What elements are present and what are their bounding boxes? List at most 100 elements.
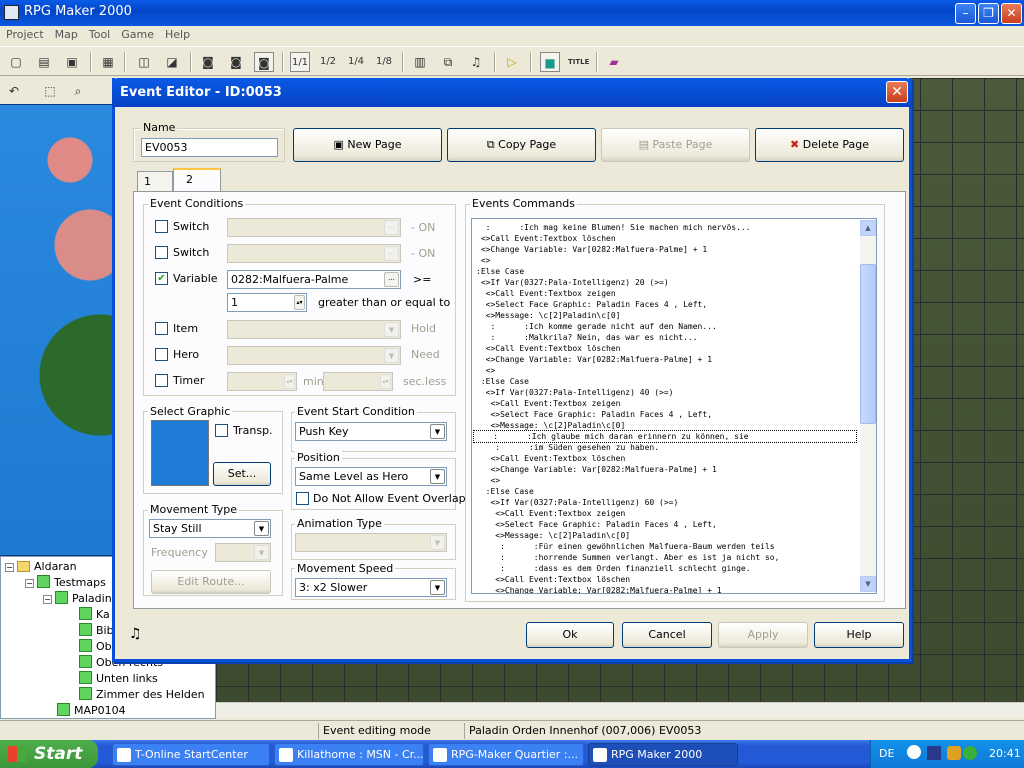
zoom-1-2-button[interactable]: 1/2 xyxy=(318,52,338,72)
switch1-checkbox[interactable] xyxy=(155,220,168,233)
command-line[interactable]: <>Select Face Graphic: Paladin Faces 4 ,… xyxy=(476,299,708,310)
variable-select[interactable]: 0282:Malfuera-Palme ··· xyxy=(227,270,401,289)
title-screen-button[interactable]: TITLE xyxy=(568,52,589,72)
tree-node[interactable]: Bib xyxy=(79,623,114,639)
command-line[interactable]: : :Malkrila? Nein, das war es nicht... xyxy=(476,332,697,343)
fullscreen-icon[interactable]: ■ xyxy=(540,52,560,72)
timer-sec-spinner[interactable]: ▴▾ xyxy=(323,372,393,391)
help-button[interactable]: Help xyxy=(814,622,904,648)
movement-type-select[interactable]: Stay Still ▼ xyxy=(149,519,271,538)
tree-node[interactable]: − Testmaps xyxy=(25,575,106,591)
lower-layer-icon[interactable]: ◫ xyxy=(134,52,154,72)
timer-min-spinner[interactable]: ▴▾ xyxy=(227,372,297,391)
command-line[interactable]: <>Call Event:Textbox löschen xyxy=(476,233,616,244)
item-select[interactable]: ▼ xyxy=(227,320,401,339)
command-line-selected[interactable]: : :Ich glaube mich daran erinnern zu kön… xyxy=(473,430,857,443)
new-project-icon[interactable]: ▢ xyxy=(6,52,26,72)
upper-layer-icon[interactable]: ◪ xyxy=(162,52,182,72)
open-project-icon[interactable]: ▤ xyxy=(34,52,54,72)
tree-node[interactable]: − Paladin xyxy=(43,591,112,607)
command-line[interactable]: : :im Süden gesehen zu haben. xyxy=(476,442,659,453)
language-indicator[interactable]: DE xyxy=(879,747,894,760)
ok-button[interactable]: Ok xyxy=(526,622,614,648)
event-layer-icon[interactable]: ◙ xyxy=(254,52,274,72)
copy-page-button[interactable]: ⧉ Copy Page xyxy=(447,128,596,162)
menu-help[interactable]: Help xyxy=(159,26,195,41)
save-icon[interactable]: ▦ xyxy=(98,52,118,72)
command-line[interactable]: <>Change Variable: Var[0282:Malfuera-Pal… xyxy=(476,585,721,593)
tree-node[interactable]: MAP0104 xyxy=(57,703,126,718)
tab-page-2[interactable]: 2 xyxy=(173,168,221,192)
command-line[interactable]: <>Message: \c[2]Paladin\c[0] xyxy=(476,420,625,431)
layer-icon-1[interactable]: ◙ xyxy=(198,52,218,72)
tree-node[interactable]: Ka xyxy=(79,607,110,623)
task-button[interactable]: T-Online StartCenter xyxy=(112,743,270,766)
delete-page-button[interactable]: ✖ Delete Page xyxy=(755,128,904,162)
command-line[interactable]: <>Message: \c[2]Paladin\c[0] xyxy=(476,530,630,541)
hero-select[interactable]: ▼ xyxy=(227,346,401,365)
overlap-checkbox[interactable] xyxy=(296,492,309,505)
timer-checkbox[interactable] xyxy=(155,374,168,387)
graphic-preview[interactable] xyxy=(151,420,209,486)
command-line[interactable]: <>Call Event:Textbox zeigen xyxy=(476,508,625,519)
command-line[interactable]: <>Select Face Graphic: Paladin Faces 4 ,… xyxy=(476,409,712,420)
help-book-icon[interactable]: ▰ xyxy=(604,52,624,72)
zoom-1-1-button[interactable]: 1/1 xyxy=(290,52,310,72)
task-button[interactable]: RPG-Maker Quartier :... xyxy=(428,743,584,766)
frequency-select[interactable]: ▼ xyxy=(215,543,271,562)
command-line[interactable]: <>If Var(0327:Pala-Intelligenz) 40 (>=) xyxy=(476,387,674,398)
new-page-button[interactable]: ▣ New Page xyxy=(293,128,442,162)
maximize-button[interactable]: ❐ xyxy=(978,3,999,24)
command-line[interactable]: : :Ich mag keine Blumen! Sie machen mich… xyxy=(476,222,751,233)
command-line[interactable]: : :Für einen gewöhnlichen Malfuera-Baum … xyxy=(476,541,775,552)
zoom-1-8-button[interactable]: 1/8 xyxy=(374,52,394,72)
command-line[interactable]: :Else Case xyxy=(476,376,529,387)
command-line[interactable]: <>Change Variable: Var[0282:Malfuera-Pal… xyxy=(476,354,712,365)
menu-map[interactable]: Map xyxy=(49,26,83,41)
tray-app-icon[interactable] xyxy=(927,746,941,760)
tree-node[interactable]: Unten links xyxy=(79,671,158,687)
material-icon[interactable]: ⧉ xyxy=(438,52,458,72)
start-button[interactable]: Start xyxy=(0,740,98,768)
layer-icon-2[interactable]: ◙ xyxy=(226,52,246,72)
music-icon[interactable]: ♫ xyxy=(466,52,486,72)
command-line[interactable]: <>Select Face Graphic: Paladin Faces 4 ,… xyxy=(476,519,717,530)
cancel-button[interactable]: Cancel xyxy=(622,622,712,648)
paste-page-button[interactable]: ▤ Paste Page xyxy=(601,128,750,162)
transparent-checkbox[interactable] xyxy=(215,424,228,437)
item-checkbox[interactable] xyxy=(155,322,168,335)
variable-checkbox[interactable]: ✔ xyxy=(155,272,168,285)
map-horizontal-scrollbar[interactable] xyxy=(216,702,1024,718)
tree-node-root[interactable]: − Aldaran xyxy=(5,559,77,575)
command-line[interactable]: <>Call Event:Textbox zeigen xyxy=(476,398,620,409)
set-graphic-button[interactable]: Set... xyxy=(213,462,271,486)
tree-node[interactable]: Zimmer des Helden xyxy=(79,687,205,703)
switch2-select[interactable]: ··· xyxy=(227,244,401,263)
tab-page-1[interactable]: 1 xyxy=(137,171,173,191)
start-condition-select[interactable]: Push Key ▼ xyxy=(295,422,447,441)
switch2-checkbox[interactable] xyxy=(155,246,168,259)
command-line[interactable]: <>Call Event:Textbox löschen xyxy=(476,574,630,585)
command-line[interactable]: : :Ich komme gerade nicht auf den Namen.… xyxy=(476,321,716,332)
animation-type-select[interactable]: ▼ xyxy=(295,533,447,552)
undo-icon[interactable]: ↶ xyxy=(4,81,24,101)
close-button[interactable]: ✕ xyxy=(1001,3,1022,24)
minimize-button[interactable]: – xyxy=(955,3,976,24)
scroll-down-icon[interactable]: ▼ xyxy=(860,576,876,592)
database-icon[interactable]: ▥ xyxy=(410,52,430,72)
command-line[interactable]: <>Change Variable: Var[0282:Malfuera-Pal… xyxy=(476,464,716,475)
command-line[interactable]: : :dass es dem Orden finanziell schlecht… xyxy=(476,563,750,574)
command-line[interactable]: <> xyxy=(476,365,496,376)
zoom-icon[interactable]: ⌕ xyxy=(68,81,88,101)
command-line[interactable]: <>Call Event:Textbox zeigen xyxy=(476,288,616,299)
movement-speed-select[interactable]: 3: x2 Slower ▼ xyxy=(295,578,447,597)
command-line[interactable]: <>Call Event:Textbox löschen xyxy=(476,453,625,464)
scroll-up-icon[interactable]: ▲ xyxy=(860,220,876,236)
zoom-1-4-button[interactable]: 1/4 xyxy=(346,52,366,72)
select-icon[interactable]: ⬚ xyxy=(40,81,60,101)
command-line[interactable]: <> xyxy=(476,475,500,486)
command-line[interactable]: : :horrende Summen verlangt. Aber es ist… xyxy=(476,552,779,563)
close-project-icon[interactable]: ▣ xyxy=(62,52,82,72)
music-note-icon[interactable]: ♫ xyxy=(129,626,142,642)
variable-value-spinner[interactable]: 1 ▴▾ xyxy=(227,293,307,312)
